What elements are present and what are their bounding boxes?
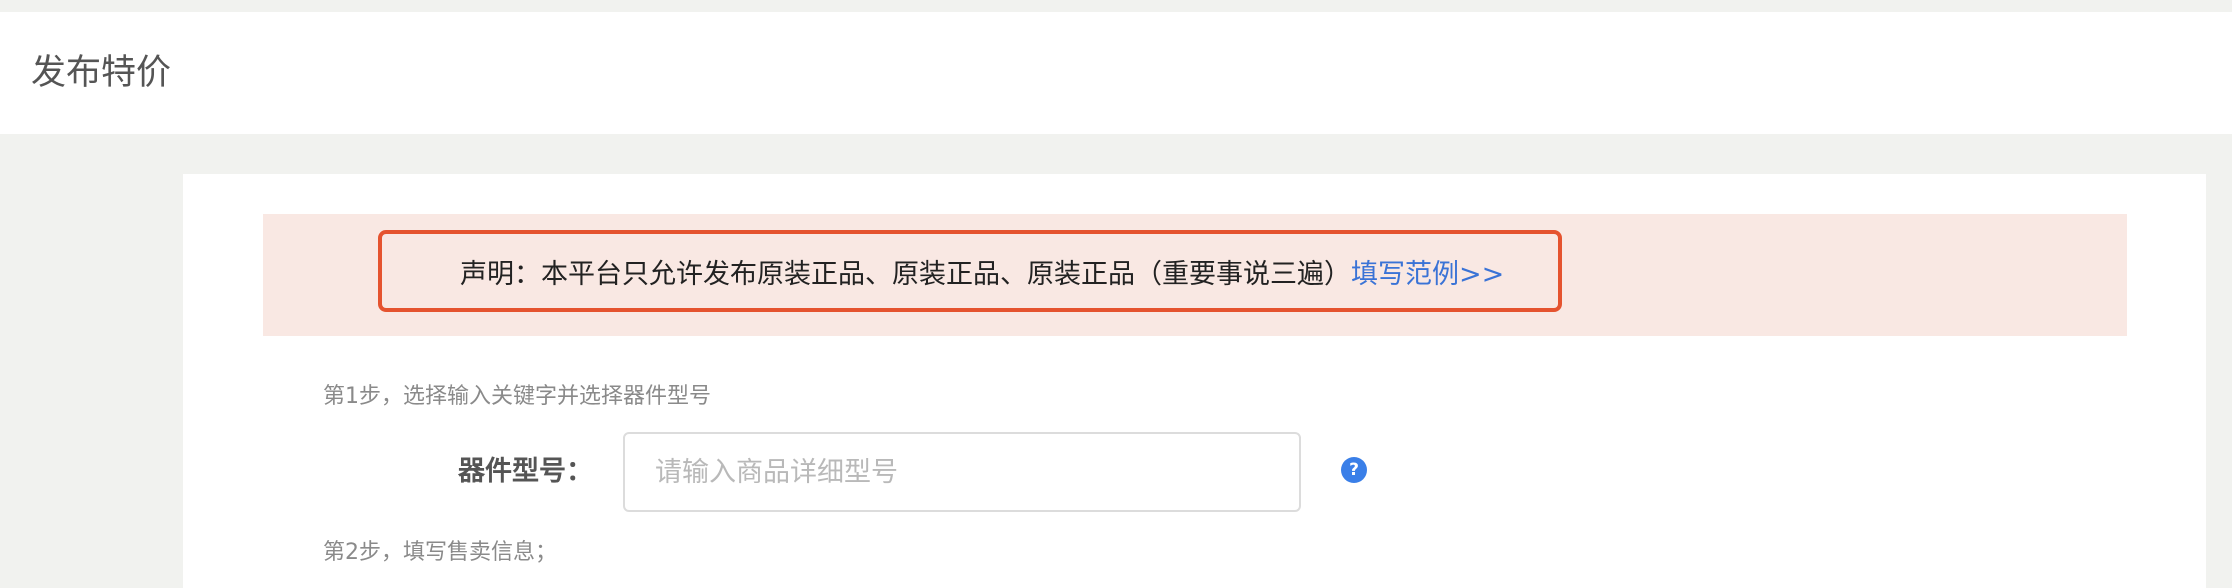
- step2-instruction: 第2步，填写售卖信息；: [323, 540, 557, 565]
- model-input[interactable]: [623, 432, 1301, 512]
- example-link[interactable]: 填写范例>>: [1351, 252, 1504, 291]
- page-header: 发布特价: [0, 12, 2232, 134]
- notice-box: 声明：本平台只允许发布原装正品、原装正品、原装正品（重要事说三遍） 填写范例>>: [378, 230, 1562, 312]
- top-strip: [0, 0, 2232, 12]
- page-title: 发布特价: [31, 53, 172, 93]
- notice-text: 声明：本平台只允许发布原装正品、原装正品、原装正品（重要事说三遍）: [460, 258, 1351, 290]
- step1-instruction: 第1步，选择输入关键字并选择器件型号: [323, 384, 711, 409]
- question-circle-icon[interactable]: ?: [1341, 457, 1367, 483]
- notice-banner: 声明：本平台只允许发布原装正品、原装正品、原装正品（重要事说三遍） 填写范例>>: [263, 214, 2127, 336]
- main-card: 声明：本平台只允许发布原装正品、原装正品、原装正品（重要事说三遍） 填写范例>> …: [183, 174, 2206, 588]
